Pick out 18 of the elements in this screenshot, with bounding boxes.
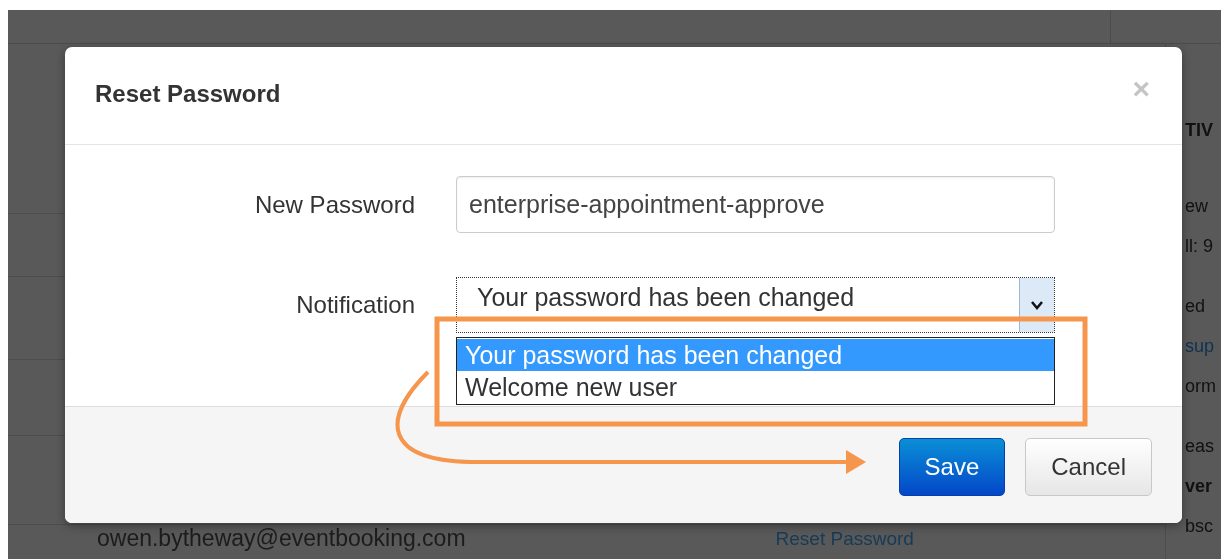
dropdown-option[interactable]: Welcome new user [457, 371, 1054, 403]
panel-text: ver [1185, 475, 1214, 498]
field-label: Notification [295, 291, 415, 319]
dropdown-option[interactable]: Your password has been changed [457, 339, 1054, 371]
chevron-icon [1031, 300, 1043, 310]
field-label: New Password [253, 190, 415, 219]
panel-text: bsc [1185, 515, 1214, 538]
password-field[interactable]: enterprise-appointment-approve [456, 176, 1055, 233]
email-text: owen.bytheway@eventbooking.com [97, 525, 466, 552]
panel-text: eas [1185, 435, 1216, 458]
panel-text: TIV [1185, 119, 1214, 142]
cancel-button[interactable]: Cancel [1025, 438, 1152, 496]
panel-text: ed [1185, 295, 1207, 318]
panel-text: ew [1185, 195, 1209, 218]
panel-text: ll: 9 [1185, 235, 1214, 258]
save-button[interactable]: Save [898, 438, 1006, 496]
dialog-title: Reset Password [95, 79, 281, 108]
panel-text: orm [1185, 375, 1217, 398]
